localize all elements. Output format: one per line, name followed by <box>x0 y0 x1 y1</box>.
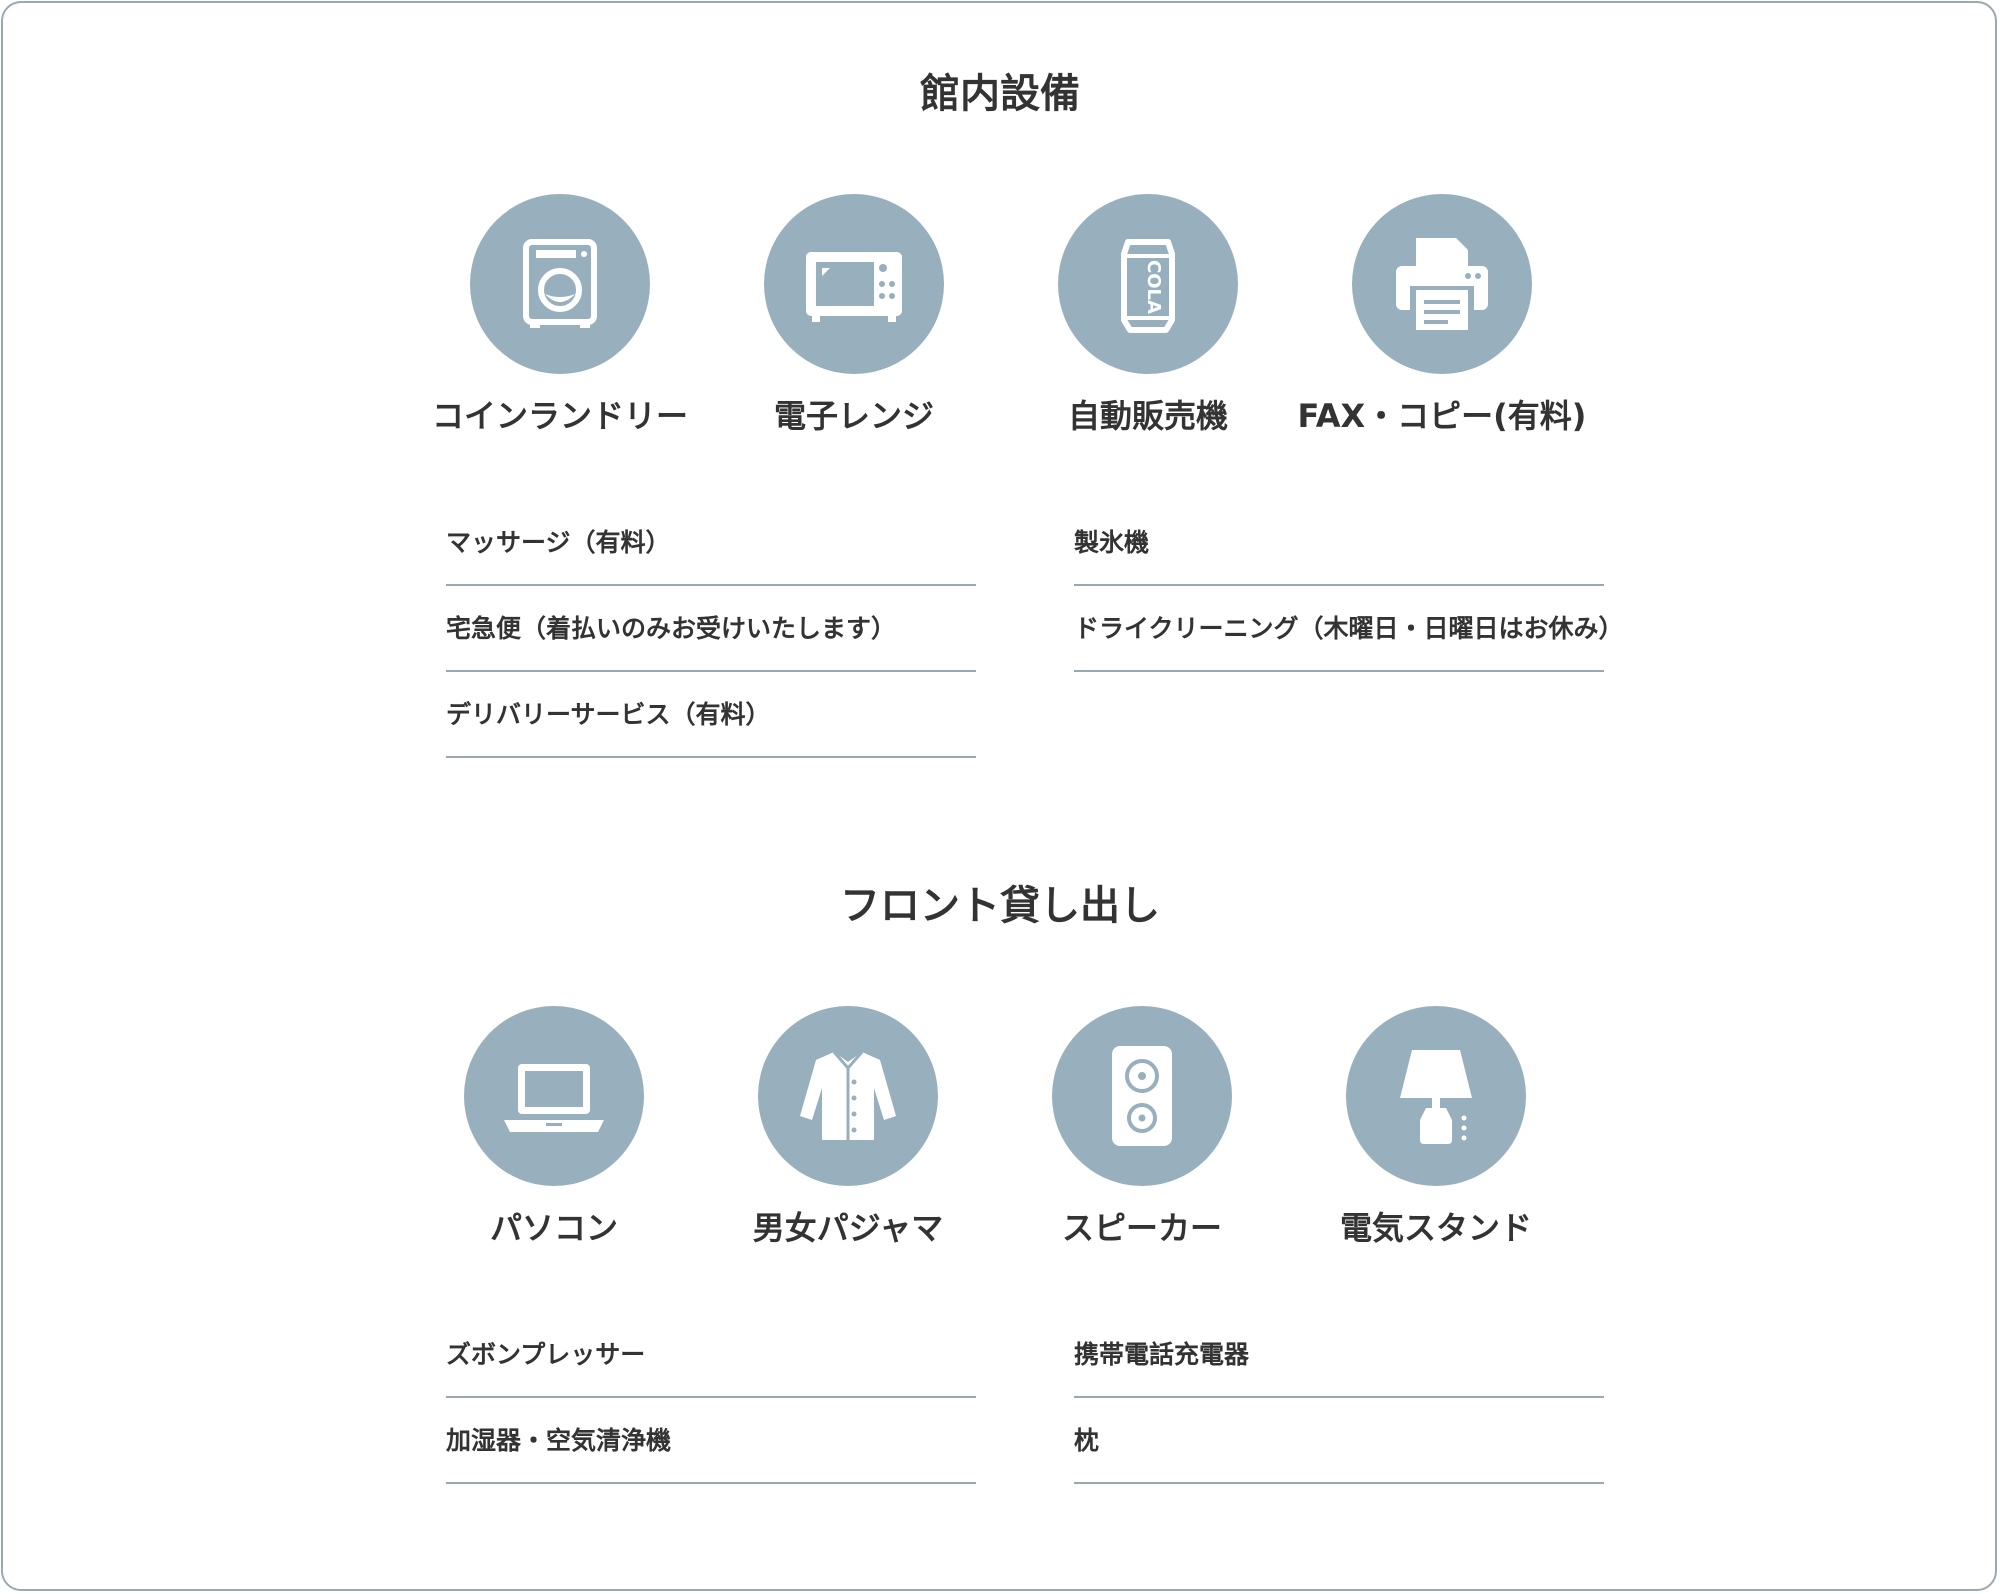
list-item: デリバリーサービス（有料） <box>446 672 976 758</box>
list-item: マッサージ（有料） <box>446 500 976 586</box>
item-label: スピーカー <box>1061 1209 1222 1247</box>
list-item: 製氷機 <box>1074 500 1604 586</box>
item-label: パソコン <box>489 1209 618 1247</box>
rental-list-left: ズボンプレッサー 加湿器・空気清浄機 <box>446 1312 976 1484</box>
rental-item-pc: パソコン <box>404 1006 704 1244</box>
item-label: 電子レンジ <box>773 397 934 435</box>
laptop-icon <box>464 1006 644 1186</box>
printer-icon <box>1352 194 1532 374</box>
list-item: 加湿器・空気清浄機 <box>446 1398 976 1484</box>
pajama-shirt-icon <box>758 1006 938 1186</box>
item-label: 自動販売機 <box>1067 397 1228 435</box>
facility-item-coin-laundry: コインランドリー <box>410 194 710 432</box>
rental-item-pajamas: 男女パジャマ <box>698 1006 998 1244</box>
facility-item-microwave: 電子レンジ <box>704 194 1004 432</box>
list-item: 宅急便（着払いのみお受けいたします） <box>446 586 976 672</box>
list-item: ズボンプレッサー <box>446 1312 976 1398</box>
item-label: コインランドリー <box>431 397 688 435</box>
desk-lamp-icon <box>1346 1006 1526 1186</box>
item-label: FAX・コピー(有料) <box>1297 397 1587 435</box>
section-title-front-rental: フロント貸し出し <box>840 883 1160 929</box>
rental-item-desk-lamp: 電気スタンド <box>1286 1006 1586 1244</box>
list-item: 枕 <box>1074 1398 1604 1484</box>
list-item: ドライクリーニング（木曜日・日曜日はお休み） <box>1074 586 1624 672</box>
item-label: 男女パジャマ <box>752 1209 944 1247</box>
facility-item-fax-copy: FAX・コピー(有料) <box>1292 194 1592 432</box>
item-label: 電気スタンド <box>1339 1209 1532 1247</box>
rental-list-right: 携帯電話充電器 枕 <box>1074 1312 1604 1484</box>
rental-item-speaker: スピーカー <box>992 1006 1292 1244</box>
facilities-list-right: 製氷機 ドライクリーニング（木曜日・日曜日はお休み） <box>1074 500 1624 672</box>
section-title-facilities: 館内設備 <box>920 71 1080 117</box>
cola-can-icon: COLA <box>1058 194 1238 374</box>
list-item: 携帯電話充電器 <box>1074 1312 1604 1398</box>
speaker-icon <box>1052 1006 1232 1186</box>
facility-item-vending-machine: COLA 自動販売機 <box>998 194 1298 432</box>
washing-machine-icon <box>470 194 650 374</box>
microwave-icon <box>764 194 944 374</box>
svg-text:COLA: COLA <box>1143 260 1164 314</box>
facilities-list-left: マッサージ（有料） 宅急便（着払いのみお受けいたします） デリバリーサービス（有… <box>446 500 976 758</box>
